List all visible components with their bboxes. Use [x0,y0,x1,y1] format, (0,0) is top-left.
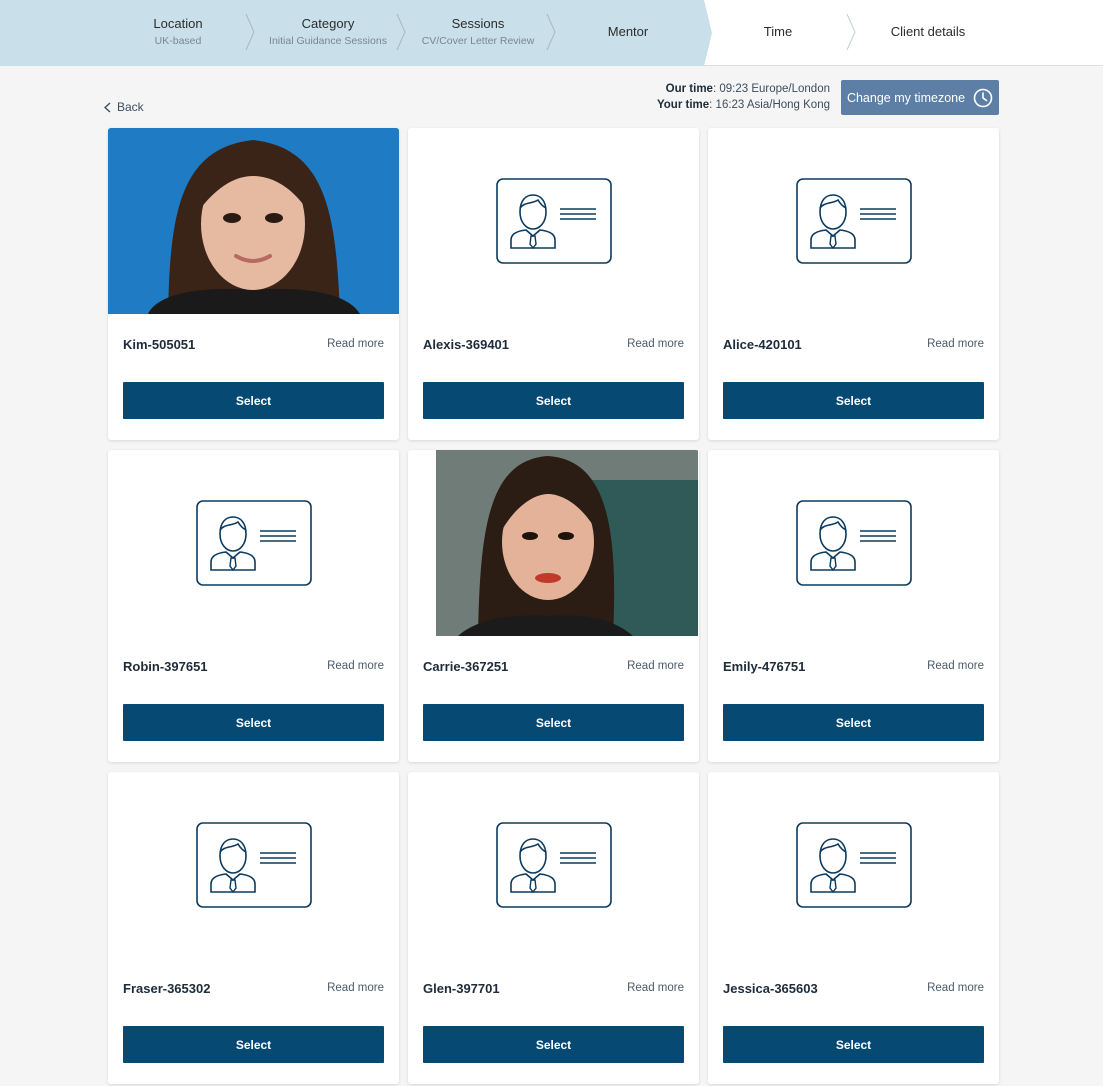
read-more-link[interactable]: Read more [627,338,684,350]
booking-stepper: Location UK-based Category Initial Guida… [0,0,1103,66]
id-card-icon [195,500,312,586]
mentor-card: Robin-397651 Read more Select [108,450,399,762]
step-mentor: Mentor [553,0,703,66]
select-mentor-button[interactable]: Select [123,704,384,741]
change-timezone-label: Change my timezone [846,90,966,105]
clock-icon [973,88,993,107]
mentor-photo [708,128,999,314]
mentor-card: Emily-476751 Read more Select [708,450,999,762]
id-card-icon [795,500,912,586]
mentor-photo [408,128,699,314]
read-more-link[interactable]: Read more [627,982,684,994]
id-card-icon [195,822,312,908]
mentor-photo [408,450,699,636]
mentor-name: Jessica-365603 [723,981,818,996]
read-more-link[interactable]: Read more [327,338,384,350]
mentor-card: Fraser-365302 Read more Select [108,772,399,1084]
step-category-sub: Initial Guidance Sessions [269,35,387,47]
chevron-left-icon [104,101,111,113]
mentor-name: Emily-476751 [723,659,806,674]
id-card-icon [495,178,612,264]
mentor-card: Alice-420101 Read more Select [708,128,999,440]
mentor-card: Kim-505051 Read more Select [108,128,399,440]
step-time: Time [703,0,853,66]
time-info: Our time: 09:23 Europe/London Your time:… [657,81,830,113]
mentor-card: Carrie-367251 Read more Select [408,450,699,762]
mentor-portrait-image [108,128,399,314]
read-more-link[interactable]: Read more [927,338,984,350]
mentor-name: Carrie-367251 [423,659,509,674]
mentor-name: Alexis-369401 [423,337,510,352]
read-more-link[interactable]: Read more [927,982,984,994]
mentor-photo [408,772,699,958]
back-link[interactable]: Back [104,100,144,114]
step-location-sub: UK-based [154,35,202,47]
step-client-details: Client details [853,0,1003,66]
mentor-name: Robin-397651 [123,659,208,674]
step-category[interactable]: Category Initial Guidance Sessions [253,0,403,66]
your-time-label: Your time [656,99,710,111]
select-mentor-button[interactable]: Select [423,1026,684,1063]
select-mentor-button[interactable]: Select [723,704,984,741]
mentor-name: Fraser-365302 [123,981,211,996]
select-mentor-button[interactable]: Select [423,382,684,419]
read-more-link[interactable]: Read more [927,660,984,672]
read-more-link[interactable]: Read more [327,982,384,994]
mentor-portrait-image [408,450,699,636]
select-mentor-button[interactable]: Select [723,1026,984,1063]
id-card-icon [795,178,912,264]
our-time-value: : 09:23 Europe/London [712,83,830,95]
step-sessions-sub: CV/Cover Letter Review [421,35,535,47]
mentor-name: Glen-397701 [423,981,500,996]
id-card-icon [795,822,912,908]
mentor-card: Jessica-365603 Read more Select [708,772,999,1084]
read-more-link[interactable]: Read more [627,660,684,672]
step-location[interactable]: Location UK-based [103,0,253,66]
step-sessions-title: Sessions [451,16,505,31]
select-mentor-button[interactable]: Select [423,704,684,741]
step-mentor-title: Mentor [607,24,649,39]
mentor-photo [108,450,399,636]
step-category-title: Category [301,16,355,31]
change-timezone-button[interactable]: Change my timezone [841,80,999,115]
mentor-photo [108,772,399,958]
mentor-name: Alice-420101 [723,337,802,352]
mentor-card: Glen-397701 Read more Select [408,772,699,1084]
read-more-link[interactable]: Read more [327,660,384,672]
mentor-card: Alexis-369401 Read more Select [408,128,699,440]
step-client-details-title: Client details [890,24,966,39]
id-card-icon [495,822,612,908]
mentor-photo [708,450,999,636]
step-sessions[interactable]: Sessions CV/Cover Letter Review [403,0,553,66]
select-mentor-button[interactable]: Select [123,382,384,419]
mentor-name: Kim-505051 [123,337,196,352]
your-time-value: : 16:23 Asia/Hong Kong [709,99,830,111]
our-time-label: Our time [665,83,713,95]
step-location-title: Location [153,16,203,31]
back-label: Back [117,100,144,114]
step-time-title: Time [763,24,793,39]
mentor-photo [708,772,999,958]
mentor-photo [108,128,399,314]
select-mentor-button[interactable]: Select [723,382,984,419]
select-mentor-button[interactable]: Select [123,1026,384,1063]
